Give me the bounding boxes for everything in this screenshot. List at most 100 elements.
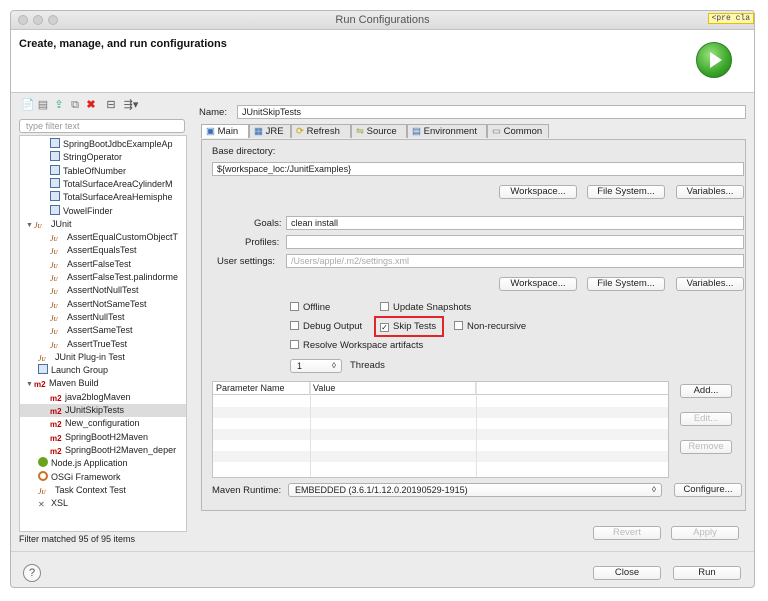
workspace-button-2[interactable]: Workspace... (499, 277, 577, 291)
duplicate-icon[interactable]: ⧉ (69, 99, 81, 111)
update-snapshots-checkbox-box[interactable] (380, 302, 389, 311)
tree-item[interactable]: m2 New_configuration (20, 417, 186, 430)
export-icon[interactable]: ⇪ (53, 99, 65, 111)
tree-item[interactable]: ▼Jᴜ JUnit (20, 218, 186, 232)
tree-item-label: Maven Build (49, 378, 99, 389)
pre-tag-label: <pre cla (707, 13, 754, 24)
maven-icon: m2 (50, 393, 62, 403)
tree-item[interactable]: TotalSurfaceAreaHemisphe (20, 191, 186, 204)
new-prototype-icon[interactable]: ▤ (37, 99, 49, 111)
tree-item-label: AssertNotNullTest (67, 285, 139, 296)
variables-button-1[interactable]: Variables... (676, 185, 744, 199)
tree-item[interactable]: OSGi Framework (20, 470, 186, 484)
tree-item-label: TableOfNumber (63, 165, 127, 176)
title-bar: Run Configurations <pre cla (11, 11, 754, 30)
offline-checkbox-box[interactable] (290, 302, 299, 311)
add-parameter-button[interactable]: Add... (680, 384, 732, 398)
workspace-button-1[interactable]: Workspace... (499, 185, 577, 199)
debug-output-checkbox[interactable]: Debug Output (290, 321, 362, 333)
update-snapshots-checkbox[interactable]: Update Snapshots (380, 302, 471, 314)
tree-item[interactable]: Jᴜ AssertNullTest (20, 311, 186, 324)
tree-item[interactable]: VowelFinder (20, 204, 186, 218)
apply-button[interactable]: Apply (671, 526, 739, 540)
variables-button-2[interactable]: Variables... (676, 277, 744, 291)
select-arrows-icon: ◊ (652, 485, 656, 494)
tree-item[interactable]: Jᴜ AssertTrueTest (20, 338, 186, 351)
tree-item[interactable]: Jᴜ AssertFalseTest (20, 258, 186, 271)
revert-button[interactable]: Revert (593, 526, 661, 540)
launch-config-icon (38, 364, 48, 375)
tree-item[interactable]: Jᴜ AssertEqualCustomObjectT (20, 231, 186, 244)
tree-item[interactable]: Launch Group (20, 364, 186, 377)
tree-item[interactable]: Node.js Application (20, 457, 186, 470)
goals-field[interactable]: clean install (286, 216, 744, 230)
tree-item[interactable]: ✕ XSL (20, 497, 186, 510)
tree-item[interactable]: TableOfNumber (20, 164, 186, 178)
tree-item[interactable]: Jᴜ Task Context Test (20, 484, 186, 497)
expand-arrow-icon[interactable]: ▼ (26, 219, 34, 232)
junit-icon: Jᴜ (50, 260, 58, 270)
base-directory-field[interactable]: ${workspace_loc:/JunitExamples} (212, 162, 744, 176)
filter-icon[interactable]: ⇶▾ (121, 99, 141, 111)
xsl-icon: ✕ (38, 500, 45, 510)
junit-icon: Jᴜ (50, 313, 58, 323)
delete-icon[interactable]: ✖ (85, 99, 97, 111)
tree-item[interactable]: TotalSurfaceAreaCylinderM (20, 177, 186, 191)
new-config-icon[interactable]: 📄 (21, 99, 35, 111)
maven-icon: m2 (50, 407, 62, 416)
threads-spinner[interactable]: 1 ◊ (290, 359, 342, 373)
parameter-name-header[interactable]: Parameter Name (213, 382, 310, 394)
resolve-workspace-checkbox-box[interactable] (290, 340, 299, 349)
edit-parameter-button[interactable]: Edit... (680, 412, 732, 426)
tree-item-label: AssertEqualsTest (67, 245, 137, 256)
tree-item[interactable]: m2 java2blogMaven (20, 391, 186, 404)
tab-environment[interactable]: ▤ Environment (407, 124, 487, 138)
debug-output-checkbox-box[interactable] (290, 321, 299, 330)
configuration-tree[interactable]: SpringBootJdbcExampleAp StringOperator Tab… (19, 135, 187, 532)
tree-item[interactable]: ▼m2 Maven Build (20, 377, 186, 391)
junit-icon: Jᴜ (50, 300, 58, 310)
tree-item[interactable]: Jᴜ AssertNotSameTest (20, 298, 186, 311)
tree-item[interactable]: SpringBootJdbcExampleAp (20, 138, 186, 151)
tree-item[interactable]: m2 JUnitSkipTests (20, 404, 186, 417)
resolve-workspace-checkbox[interactable]: Resolve Workspace artifacts (290, 340, 423, 352)
user-settings-field[interactable]: /Users/apple/.m2/settings.xml (286, 254, 744, 268)
tree-item[interactable]: Jᴜ JUnit Plug-in Test (20, 351, 186, 364)
tab-main[interactable]: ▣ Main (201, 124, 249, 138)
remove-parameter-button[interactable]: Remove (680, 440, 732, 454)
offline-checkbox[interactable]: Offline (290, 302, 330, 314)
junit-icon: Jᴜ (50, 327, 58, 337)
skip-tests-checkbox[interactable]: ✓ Skip Tests (380, 321, 436, 333)
tab-source[interactable]: ⇋ Source (351, 124, 407, 138)
tree-item[interactable]: m2 SpringBootH2Maven (20, 431, 186, 444)
close-button[interactable]: Close (593, 566, 661, 580)
skip-tests-checkbox-box[interactable]: ✓ (380, 323, 389, 332)
configure-button[interactable]: Configure... (674, 483, 742, 497)
collapse-all-icon[interactable]: ⊟ (105, 99, 117, 111)
file-system-button-2[interactable]: File System... (587, 277, 665, 291)
parameter-table[interactable]: Parameter Name Value (212, 381, 669, 478)
tree-item[interactable]: StringOperator (20, 151, 186, 164)
name-field[interactable]: JUnitSkipTests (237, 105, 746, 119)
file-system-button-1[interactable]: File System... (587, 185, 665, 199)
tab-jre[interactable]: ▦ JRE (249, 124, 291, 138)
expand-arrow-icon[interactable]: ▼ (26, 378, 34, 391)
value-header[interactable]: Value (310, 382, 476, 394)
profiles-field[interactable] (286, 235, 744, 249)
tree-item[interactable]: Jᴜ AssertSameTest (20, 324, 186, 337)
maven-runtime-select[interactable]: EMBEDDED (3.6.1/1.12.0.20190529-1915) ◊ (288, 483, 662, 497)
nodejs-icon (38, 457, 48, 468)
run-button[interactable]: Run (673, 566, 741, 580)
maven-icon: m2 (50, 420, 62, 430)
tree-item[interactable]: Jᴜ AssertNotNullTest (20, 284, 186, 297)
tree-item[interactable]: Jᴜ AssertEqualsTest (20, 244, 186, 257)
tree-item[interactable]: Jᴜ AssertFalseTest.palindorme (20, 271, 186, 284)
help-icon[interactable]: ? (23, 564, 41, 582)
tree-item[interactable]: m2 SpringBootH2Maven_deper (20, 444, 186, 457)
non-recursive-checkbox[interactable]: Non-recursive (454, 321, 526, 333)
filter-input[interactable]: type filter text (19, 119, 185, 133)
tab-refresh[interactable]: ⟳ Refresh (291, 124, 351, 138)
non-recursive-checkbox-box[interactable] (454, 321, 463, 330)
spinner-arrows-icon: ◊ (332, 361, 336, 370)
tab-common[interactable]: ▭ Common (487, 124, 549, 138)
